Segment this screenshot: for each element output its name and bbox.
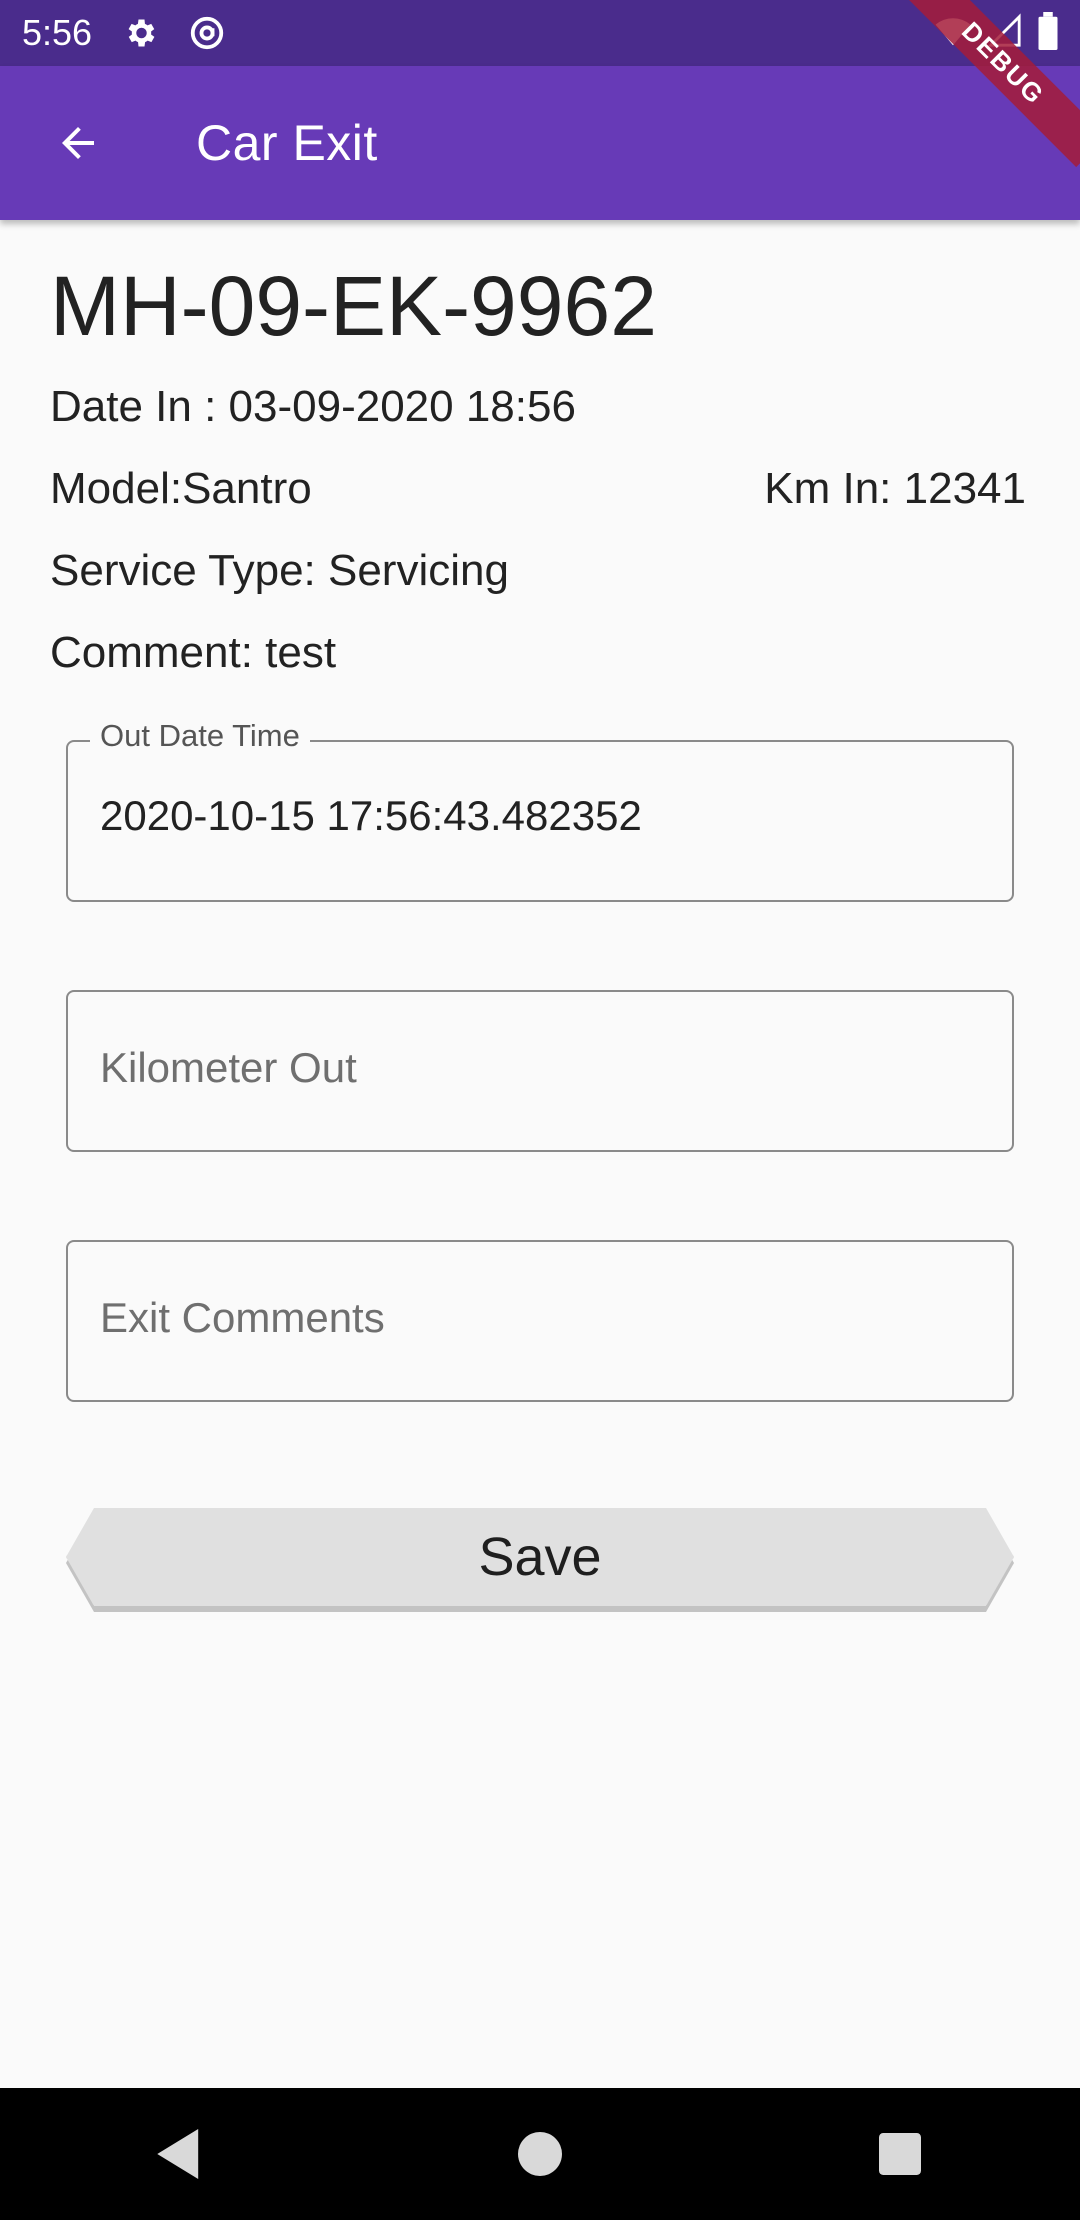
out-date-time-value: 2020-10-15 17:56:43.482352 xyxy=(100,792,642,839)
app-bar: Car Exit xyxy=(0,66,1080,220)
nav-home-button[interactable] xyxy=(500,2114,580,2194)
battery-icon xyxy=(1038,12,1058,55)
kilometer-out-placeholder: Kilometer Out xyxy=(100,1044,357,1091)
out-date-time-label: Out Date Time xyxy=(90,718,310,754)
exit-comments-placeholder: Exit Comments xyxy=(100,1294,385,1341)
km-in-text: Km In: 12341 xyxy=(764,464,1026,513)
save-button[interactable]: Save xyxy=(66,1508,1014,1606)
back-button[interactable] xyxy=(48,113,108,173)
nav-back-button[interactable] xyxy=(140,2114,220,2194)
gear-icon xyxy=(122,15,158,51)
home-circle-icon xyxy=(518,2132,562,2176)
status-bar: 5:56 xyxy=(0,0,1080,66)
at-sign-icon xyxy=(188,14,226,52)
comment-text: Comment: test xyxy=(50,628,337,677)
date-in-text: Date In : 03-09-2020 18:56 xyxy=(50,382,576,431)
system-nav-bar xyxy=(0,2088,1080,2220)
vehicle-plate: MH-09-EK-9962 xyxy=(50,259,657,353)
service-type-text: Service Type: Servicing xyxy=(50,546,509,595)
page-title: Car Exit xyxy=(196,115,378,171)
recents-square-icon xyxy=(879,2133,921,2175)
out-date-time-field[interactable]: Out Date Time 2020-10-15 17:56:43.482352 xyxy=(66,718,1014,902)
cellular-signal-icon xyxy=(987,12,1022,55)
status-time: 5:56 xyxy=(22,12,93,53)
kilometer-out-field[interactable]: Kilometer Out xyxy=(66,990,1014,1152)
exit-comments-field[interactable]: Exit Comments xyxy=(66,1240,1014,1402)
arrow-left-icon xyxy=(62,127,94,159)
wifi-icon xyxy=(934,12,972,55)
model-text: Model:Santro xyxy=(50,464,312,513)
back-triangle-icon xyxy=(157,2129,199,2179)
nav-recents-button[interactable] xyxy=(860,2114,940,2194)
